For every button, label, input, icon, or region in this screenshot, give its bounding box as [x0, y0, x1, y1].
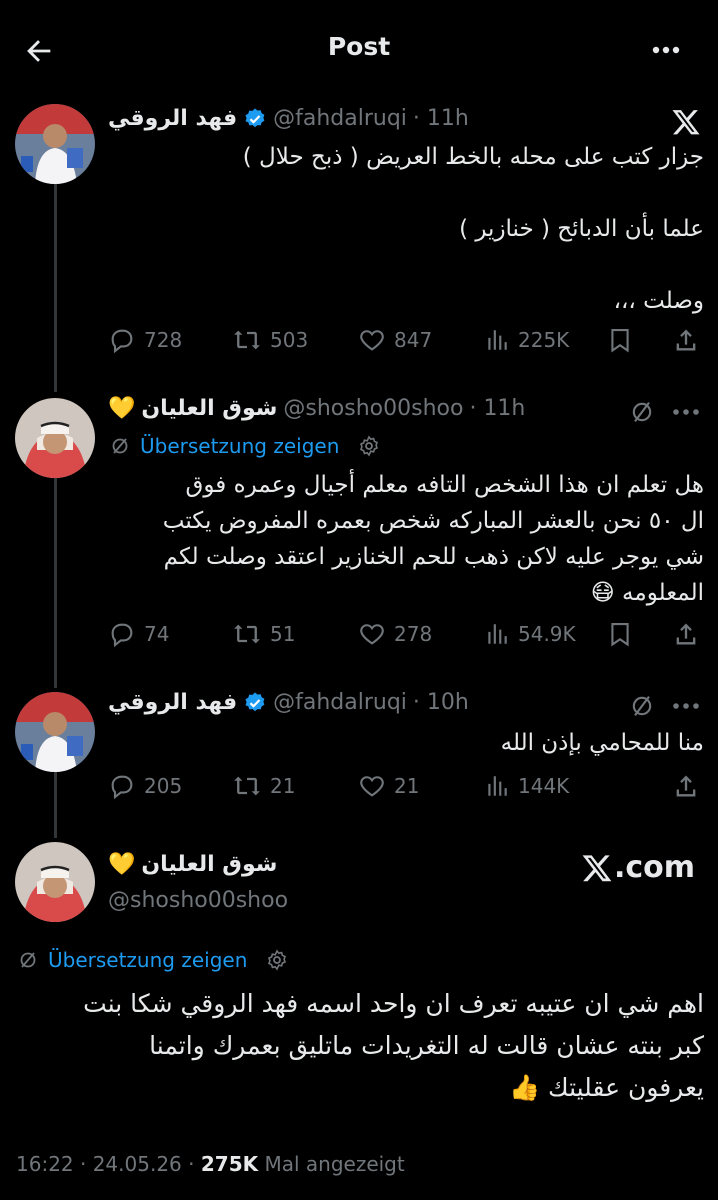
- bookmark-icon[interactable]: [606, 620, 634, 648]
- post-text-line: يعرفون عقليتك 👍: [508, 1073, 704, 1102]
- post-text-line: وصلت ،،،: [613, 288, 704, 314]
- like-button[interactable]: 278: [358, 620, 432, 648]
- x-logo-icon: [582, 854, 612, 881]
- author-handle[interactable]: @shosho00shoo: [108, 888, 288, 913]
- views-button[interactable]: 144K: [484, 772, 569, 800]
- repost-button[interactable]: 503: [232, 326, 308, 354]
- thread-connector: [54, 182, 57, 392]
- view-total: 275K: [200, 1152, 259, 1176]
- reply-icon: [111, 775, 133, 800]
- settings-gear-icon: [268, 949, 287, 971]
- repost-button[interactable]: 51: [232, 620, 295, 648]
- like-button[interactable]: 21: [358, 772, 419, 800]
- post-text-line: منا للمحامي بإذن الله: [500, 730, 704, 756]
- translate-icon: [20, 952, 36, 968]
- like-count: 21: [394, 774, 420, 798]
- share-icon[interactable]: [672, 620, 700, 648]
- verified-badge-icon: [245, 692, 265, 711]
- bookmark-icon[interactable]: [606, 326, 634, 354]
- analytics-icon: [488, 776, 507, 796]
- more-options-icon[interactable]: [666, 692, 706, 720]
- author-name[interactable]: شوق العليان: [141, 396, 277, 421]
- avatar[interactable]: [15, 104, 95, 184]
- view-count: 144K: [518, 774, 570, 798]
- heart-icon: [360, 776, 384, 797]
- repost-icon: [234, 624, 260, 644]
- thread-connector: [54, 478, 57, 688]
- repost-icon: [234, 776, 260, 796]
- reply-icon: [111, 329, 133, 354]
- reply-button[interactable]: 205: [108, 772, 182, 800]
- post-time[interactable]: · 11h: [469, 396, 525, 421]
- like-count: 278: [394, 622, 433, 646]
- settings-gear-icon: [360, 435, 379, 457]
- heart-icon: [360, 624, 384, 645]
- reply-count: 205: [144, 774, 183, 798]
- post-text-line: كبر بنته عشان قالت له التغريدات ماتليق ب…: [149, 1031, 704, 1060]
- x-logo-icon: [672, 110, 700, 135]
- author-name[interactable]: فهد الروقي: [108, 690, 237, 715]
- analytics-icon: [488, 624, 507, 644]
- avatar[interactable]: [15, 842, 95, 922]
- author-handle[interactable]: @shosho00shoo: [283, 396, 463, 421]
- yellow-heart-icon: 💛: [108, 396, 136, 421]
- translate-label: Übersetzung zeigen: [140, 434, 340, 458]
- translate-icon: [112, 438, 128, 454]
- reply-button[interactable]: 728: [108, 326, 182, 354]
- post-text-line: اهم شي ان عتيبه تعرف ان واحد اسمه فهد ال…: [83, 989, 704, 1018]
- more-options-icon[interactable]: [646, 36, 686, 64]
- reply-count: 728: [144, 328, 183, 352]
- view-count: 225K: [518, 328, 570, 352]
- translate-label: Übersetzung zeigen: [48, 948, 248, 972]
- grok-icon[interactable]: [628, 398, 656, 426]
- author-name[interactable]: فهد الروقي: [108, 106, 237, 131]
- verified-badge-icon: [245, 108, 265, 127]
- page-title: Post: [327, 32, 391, 61]
- post-time[interactable]: · 11h: [413, 106, 469, 131]
- translate-link[interactable]: Übersetzung zeigen: [16, 948, 289, 972]
- repost-icon: [234, 330, 260, 350]
- share-icon[interactable]: [672, 772, 700, 800]
- reply-count: 74: [144, 622, 170, 646]
- view-count: 54.9K: [518, 622, 576, 646]
- repost-count: 21: [270, 774, 296, 798]
- reply-button[interactable]: 74: [108, 620, 169, 648]
- author-handle[interactable]: @fahdalruqi: [273, 690, 407, 715]
- avatar[interactable]: [15, 398, 95, 478]
- post-text-line: علما بأن الدبائح ( خنازير ): [459, 216, 704, 242]
- post-text-line: شي يوجر عليه لاكن ذهب للحم الخنازير اعتق…: [163, 544, 704, 570]
- post-text-line: ال ٥٠ نحن بالعشر المباركه شخص بعمره المف…: [162, 508, 704, 534]
- author-name[interactable]: شوق العليان: [141, 852, 277, 877]
- views-button[interactable]: 54.9K: [484, 620, 576, 648]
- brand-domain: .com: [614, 850, 696, 885]
- x-com-brand: .com: [580, 850, 695, 885]
- translate-link[interactable]: Übersetzung zeigen: [108, 434, 381, 458]
- repost-count: 503: [270, 328, 309, 352]
- share-icon[interactable]: [672, 326, 700, 354]
- views-button[interactable]: 225K: [484, 326, 569, 354]
- analytics-icon: [488, 330, 507, 350]
- yellow-heart-icon: 💛: [108, 852, 136, 877]
- avatar[interactable]: [15, 692, 95, 772]
- thread-connector: [54, 772, 57, 838]
- reply-icon: [111, 623, 133, 648]
- post-text-line: جزار كتب على محله بالخط العريض ( ذبح حلا…: [242, 144, 704, 170]
- heart-icon: [360, 330, 384, 351]
- post-timestamp[interactable]: 16:22 · 24.05.26 ·: [16, 1152, 195, 1176]
- post-text-line: المعلومه 😷: [590, 580, 704, 606]
- like-count: 847: [394, 328, 433, 352]
- more-options-icon[interactable]: [666, 398, 706, 426]
- post-text-line: هل تعلم ان هذا الشخص التافه معلم أجيال و…: [185, 472, 704, 498]
- views-label: Mal angezeigt: [264, 1152, 405, 1176]
- post-time[interactable]: · 10h: [413, 690, 469, 715]
- repost-count: 51: [270, 622, 296, 646]
- author-handle[interactable]: @fahdalruqi: [273, 106, 407, 131]
- post-meta: 16:22 · 24.05.26 · 275K Mal angezeigt: [16, 1152, 405, 1176]
- grok-icon[interactable]: [628, 692, 656, 720]
- like-button[interactable]: 847: [358, 326, 432, 354]
- repost-button[interactable]: 21: [232, 772, 295, 800]
